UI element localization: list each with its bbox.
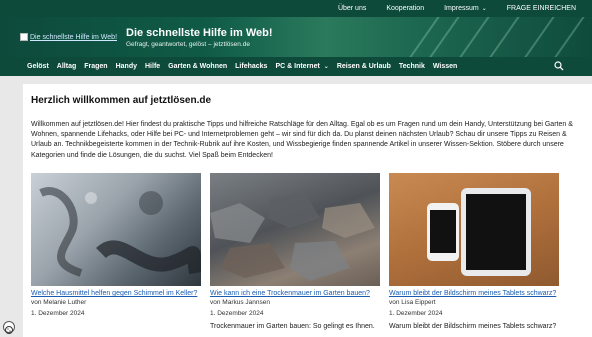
article-image-tablet[interactable]: [389, 173, 559, 286]
article-card: Warum bleibt der Bildschirm meines Table…: [389, 173, 559, 337]
site-header: Die schnellste Hilfe im Web! Die schnell…: [0, 17, 592, 57]
site-title[interactable]: Die schnellste Hilfe im Web!: [126, 27, 273, 39]
article-author: von Melanie Luther: [31, 299, 87, 306]
nav-item-hilfe[interactable]: Hilfe: [145, 63, 160, 70]
nav-item-wissen[interactable]: Wissen: [433, 63, 457, 70]
nav-item-lifehacks[interactable]: Lifehacks: [235, 63, 267, 70]
main-nav: Gelöst Alltag Fragen Handy Hilfe Garten …: [0, 57, 592, 76]
topbar-link-kooperation[interactable]: Kooperation: [376, 5, 434, 12]
topbar-link-impressum[interactable]: Impressum ⌄: [434, 5, 497, 12]
nav-item-geloest[interactable]: Gelöst: [27, 63, 49, 70]
nav-item-pc-internet-label: PC & Internet: [275, 63, 320, 70]
topbar-link-ueber-uns[interactable]: Über uns: [328, 5, 376, 12]
article-excerpt: Trockenmauer im Garten bauen: So gelingt…: [210, 323, 375, 330]
intro-text: Willkommen auf jetztlösen.de! Hier finde…: [31, 121, 573, 159]
article-excerpt: Warum bleibt der Bildschirm meines Table…: [389, 323, 557, 330]
search-icon[interactable]: [554, 61, 564, 71]
stone-wall-picture: [210, 193, 375, 281]
site-logo-link[interactable]: Die schnellste Hilfe im Web!: [20, 30, 120, 44]
article-image-mold[interactable]: [31, 173, 201, 286]
article-list: Welche Hausmittel helfen gegen Schimmel …: [31, 173, 587, 337]
topbar-link-frage-einreichen[interactable]: FRAGE EINREICHEN: [497, 5, 586, 12]
article-author: von Lisa Eippert: [389, 299, 436, 306]
site-tagline: Gefragt, geantwortet, gelöst – jetztlöse…: [126, 41, 250, 48]
chevron-down-icon: ⌄: [323, 64, 329, 70]
top-bar: Über uns Kooperation Impressum ⌄ FRAGE E…: [0, 0, 592, 17]
nav-item-reisen-urlaub[interactable]: Reisen & Urlaub: [337, 63, 391, 70]
article-author: von Markus Jannsen: [210, 299, 270, 306]
page-title: Herzlich willkommen auf jetztlösen.de: [31, 95, 212, 106]
banner-decoration: [509, 17, 563, 57]
nav-item-technik[interactable]: Technik: [399, 63, 425, 70]
cookie-icon[interactable]: [3, 321, 15, 334]
article-date: 1. Dezember 2024: [31, 310, 85, 317]
article-title-link[interactable]: Wie kann ich eine Trockenmauer im Garten…: [210, 290, 380, 297]
cookie-glyph: [5, 326, 13, 334]
nav-item-alltag[interactable]: Alltag: [57, 63, 76, 70]
nav-item-pc-internet[interactable]: PC & Internet ⌄: [275, 63, 328, 70]
logo-alt-text: Die schnellste Hilfe im Web!: [30, 33, 118, 41]
article-card: Wie kann ich eine Trockenmauer im Garten…: [210, 173, 380, 337]
mold-wall-picture: [39, 187, 201, 277]
broken-image-icon: [20, 33, 28, 41]
article-card: Welche Hausmittel helfen gegen Schimmel …: [31, 173, 201, 337]
article-title-link[interactable]: Welche Hausmittel helfen gegen Schimmel …: [31, 290, 201, 297]
article-date: 1. Dezember 2024: [210, 310, 264, 317]
main-content: Herzlich willkommen auf jetztlösen.de Wi…: [23, 84, 592, 337]
article-image-dry-stone-wall[interactable]: [210, 173, 380, 286]
banner-decoration: [394, 17, 448, 57]
article-title-link[interactable]: Warum bleibt der Bildschirm meines Table…: [389, 290, 559, 297]
topbar-link-impressum-label: Impressum: [444, 5, 479, 12]
nav-item-garten-wohnen[interactable]: Garten & Wohnen: [168, 63, 227, 70]
tablet-phone-picture: [427, 188, 531, 276]
article-date: 1. Dezember 2024: [389, 310, 443, 317]
nav-item-fragen[interactable]: Fragen: [84, 63, 107, 70]
chevron-down-icon: ⌄: [481, 6, 487, 12]
nav-item-handy[interactable]: Handy: [116, 63, 137, 70]
